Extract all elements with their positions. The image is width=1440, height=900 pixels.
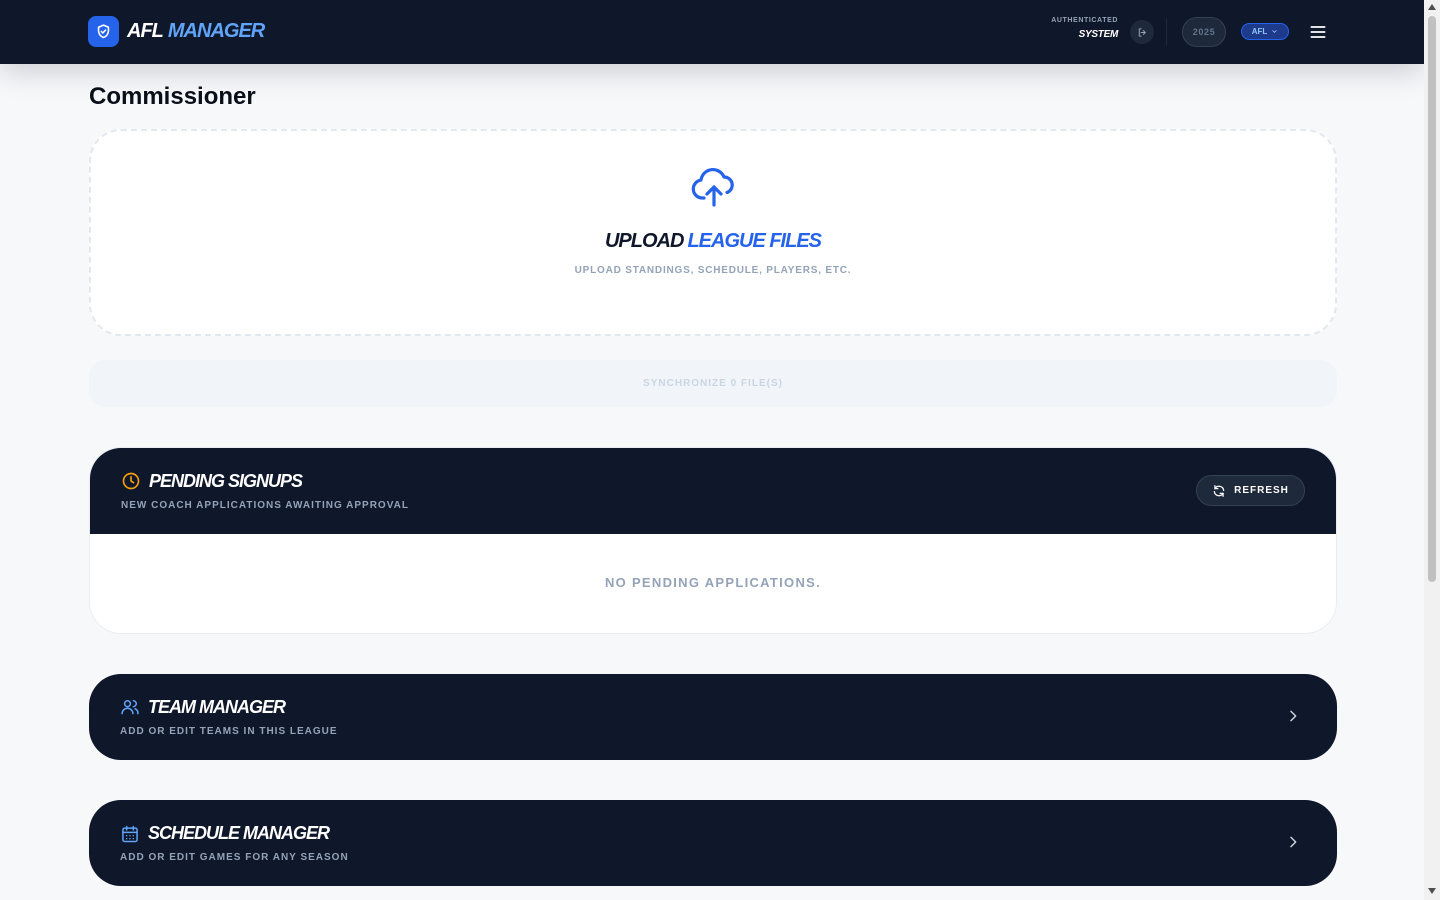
logout-icon [1138, 27, 1146, 37]
hamburger-menu-icon [1310, 26, 1326, 38]
schedule-manager-subtitle: ADD OR EDIT GAMES FOR ANY SEASON [120, 852, 349, 863]
calendar-icon [122, 825, 138, 843]
brand-name-part1: AFL [127, 20, 164, 42]
pending-signups-subtitle: NEW COACH APPLICATIONS AWAITING APPROVAL [121, 500, 409, 511]
pending-signups-title: PENDING SIGNUPS [149, 471, 303, 491]
refresh-button-label: REFRESH [1234, 485, 1289, 496]
synchronize-files-button[interactable]: SYNCHRONIZE 0 FILE(S) [89, 360, 1337, 407]
refresh-icon [1213, 484, 1225, 497]
upload-title: UPLOAD LEAGUE FILES [91, 230, 1335, 253]
cloud-upload-icon [691, 167, 734, 207]
menu-button[interactable] [1308, 22, 1328, 42]
team-manager-title: TEAM MANAGER [148, 697, 286, 717]
league-selector[interactable]: AFL [1241, 23, 1289, 40]
empty-applications-message: NO PENDING APPLICATIONS. [604, 575, 822, 590]
pending-signups-header: PENDING SIGNUPS NEW COACH APPLICATIONS A… [90, 448, 1336, 534]
upload-subtitle: UPLOAD STANDINGS, SCHEDULE, PLAYERS, ETC… [574, 265, 852, 276]
chevron-right-icon [1290, 836, 1297, 848]
shield-check-icon [88, 16, 119, 47]
upload-title-part1: UPLOAD [604, 230, 684, 252]
auth-username: SYSTEM [1078, 29, 1119, 40]
pending-signups-card: PENDING SIGNUPS NEW COACH APPLICATIONS A… [89, 447, 1337, 634]
users-icon [121, 700, 139, 715]
season-selector[interactable]: 2025 [1182, 17, 1226, 47]
team-manager-subtitle: ADD OR EDIT TEAMS IN THIS LEAGUE [120, 726, 338, 737]
auth-label: AUTHENTICATED [1051, 17, 1118, 24]
scroll-down-arrow[interactable] [1428, 888, 1436, 894]
team-manager-card[interactable]: TEAM MANAGER ADD OR EDIT TEAMS IN THIS L… [89, 674, 1337, 760]
logout-button[interactable] [1130, 20, 1154, 44]
upload-dropzone[interactable]: UPLOAD LEAGUE FILES UPLOAD STANDINGS, SCH… [89, 129, 1337, 336]
refresh-button[interactable]: REFRESH [1196, 475, 1305, 506]
schedule-manager-title: SCHEDULE MANAGER [148, 823, 330, 843]
upload-title-part2: LEAGUE FILES [687, 230, 822, 252]
brand-logo[interactable]: AFL MANAGER [88, 16, 265, 47]
league-selector-label: AFL [1251, 27, 1268, 36]
header-divider [1166, 18, 1167, 46]
brand-name: AFL MANAGER [127, 20, 265, 43]
scroll-up-arrow[interactable] [1428, 4, 1436, 10]
page-scrollbar[interactable] [1424, 0, 1440, 900]
schedule-manager-card[interactable]: SCHEDULE MANAGER ADD OR EDIT GAMES FOR A… [89, 800, 1337, 886]
clock-icon [122, 472, 140, 490]
top-navigation-bar: AFL MANAGER AUTHENTICATED SYSTEM 2025 AFL [0, 0, 1424, 64]
chevron-down-icon [1272, 30, 1277, 33]
scroll-thumb[interactable] [1428, 16, 1436, 582]
auth-status: AUTHENTICATED SYSTEM [1051, 17, 1118, 40]
page-title: Commissioner [89, 83, 256, 110]
chevron-right-icon [1290, 710, 1297, 722]
brand-name-part2: MANAGER [167, 20, 265, 42]
